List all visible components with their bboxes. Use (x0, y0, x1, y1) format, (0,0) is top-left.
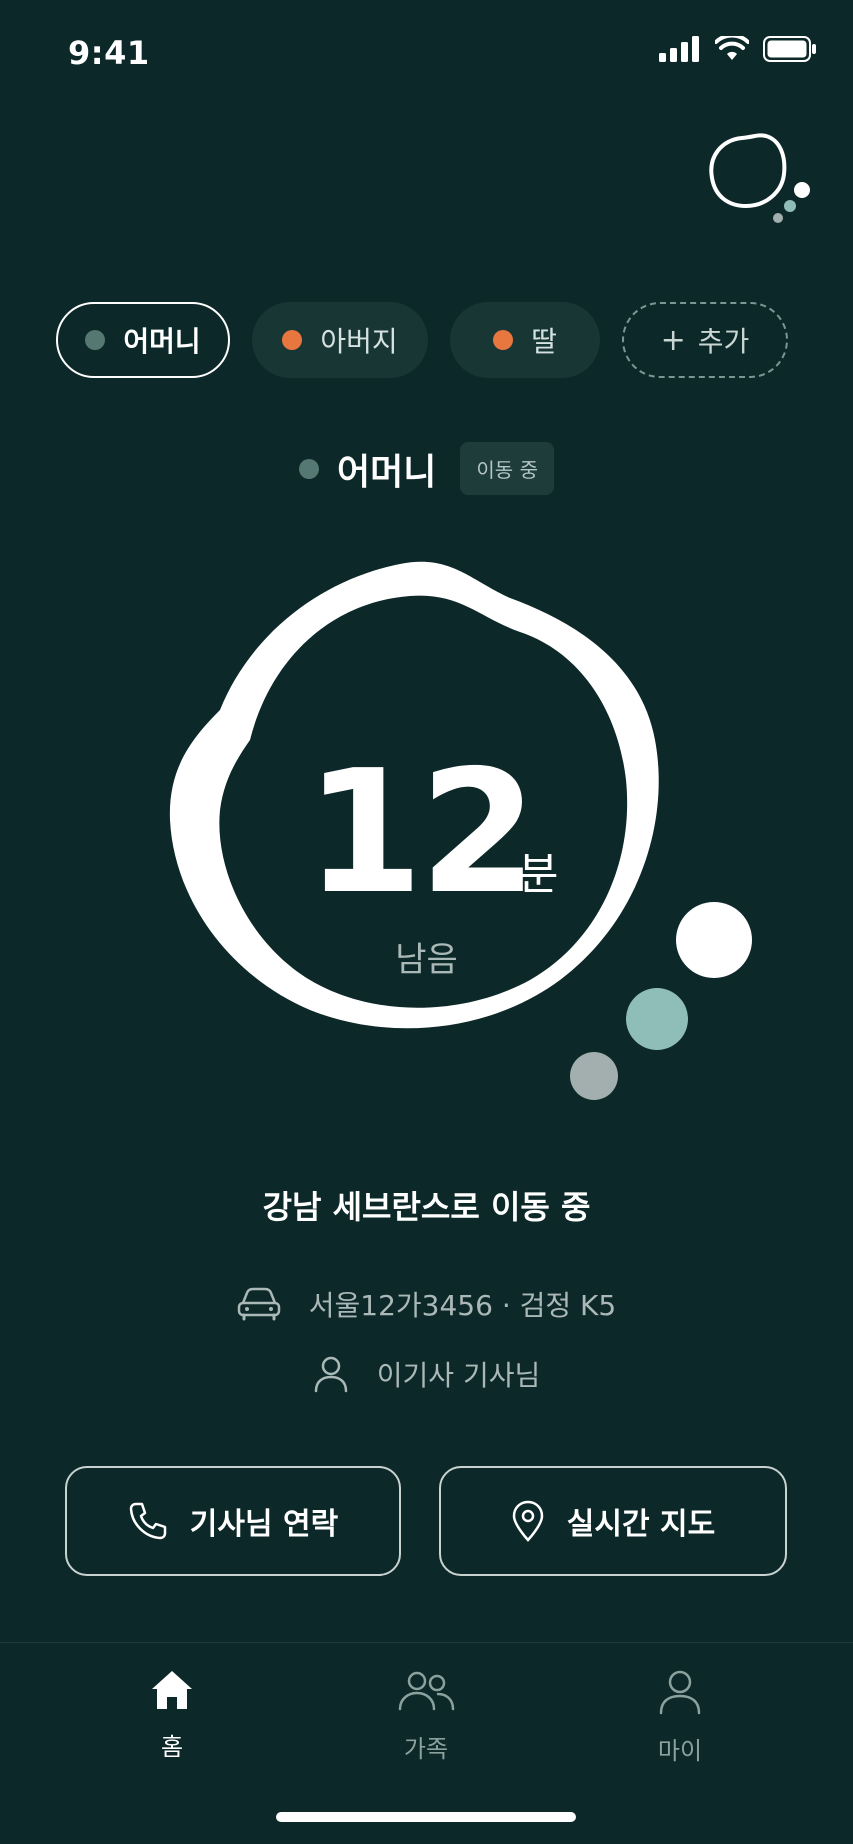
nav-my[interactable]: 마이 (600, 1669, 760, 1766)
decor-bubble-medium (626, 988, 688, 1050)
home-icon (152, 1671, 192, 1709)
decor-bubble-large (676, 902, 752, 978)
status-time: 9:41 (68, 34, 150, 72)
app-logo-icon (709, 133, 810, 223)
call-driver-label: 기사님 연락 (189, 1507, 339, 1542)
status-dot (299, 458, 320, 479)
decor-bubble-small (570, 1052, 618, 1100)
chip-label: 딸 (531, 325, 557, 358)
driver-info: 이기사 기사님 (0, 1354, 853, 1394)
status-dot (85, 330, 106, 350)
eta-minutes: 12 (305, 734, 538, 932)
family-chips: 어머니 아버지 딸 + 추가 (56, 302, 788, 378)
live-map-button[interactable]: 실시간 지도 (439, 1466, 787, 1576)
vehicle-info: 서울12가3456 · 검정 K5 (0, 1284, 853, 1324)
add-label: 추가 (697, 325, 750, 358)
battery-icon (763, 36, 816, 62)
wifi-icon (715, 36, 749, 60)
nav-family[interactable]: 가족 (346, 1669, 506, 1764)
add-member-button[interactable]: + 추가 (622, 302, 788, 378)
status-badge: 이동 중 (460, 442, 554, 495)
user-icon (659, 1670, 701, 1715)
nav-label: 가족 (403, 1735, 449, 1763)
live-map-label: 실시간 지도 (566, 1507, 716, 1542)
status-dot (493, 330, 514, 350)
eta-unit: 분 (518, 849, 559, 900)
selected-member-header: 어머니 이동 중 (0, 442, 853, 495)
vehicle-plate: 서울12가3456 · 검정 K5 (308, 1289, 617, 1322)
chip-label: 어머니 (123, 325, 201, 358)
eta-display: 12 분 남음 (0, 734, 853, 980)
chip-mother[interactable]: 어머니 (56, 302, 230, 378)
location-pin-icon (512, 1500, 544, 1542)
destination-text: 강남 세브란스로 이동 중 (262, 1188, 591, 1226)
call-driver-button[interactable]: 기사님 연락 (65, 1466, 401, 1576)
status-icons (659, 36, 817, 62)
driver-name: 이기사 기사님 (376, 1359, 541, 1392)
person-icon (314, 1356, 348, 1393)
status-bar: 9:41 (0, 0, 853, 110)
home-indicator (276, 1812, 576, 1822)
signal-icon (659, 36, 699, 62)
car-icon (237, 1287, 281, 1321)
selected-name: 어머니 (337, 451, 437, 493)
chip-father[interactable]: 아버지 (252, 302, 428, 378)
plus-icon: + (660, 322, 686, 358)
chip-daughter[interactable]: 딸 (450, 302, 600, 378)
phone-icon (129, 1502, 167, 1540)
nav-label: 마이 (657, 1737, 703, 1765)
nav-label: 홈 (160, 1733, 184, 1761)
nav-home[interactable]: 홈 (92, 1669, 252, 1762)
chip-label: 아버지 (320, 325, 398, 358)
family-icon (398, 1671, 455, 1711)
status-dot (282, 330, 303, 350)
